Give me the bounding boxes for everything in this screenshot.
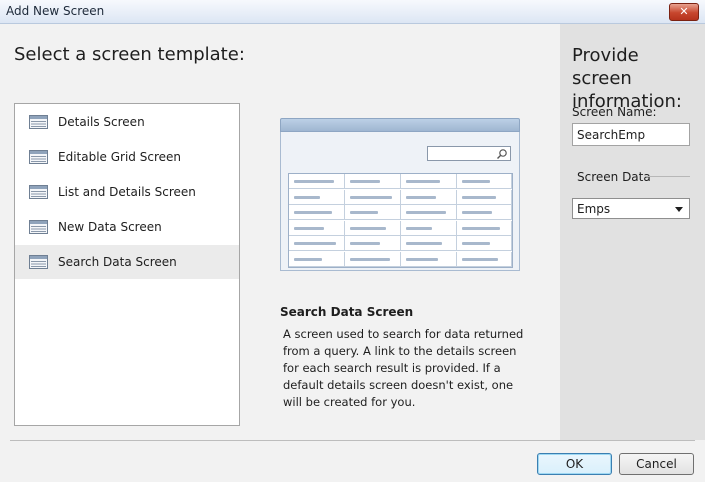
screen-info-pane: Provide screen information: Screen Name:… bbox=[560, 24, 705, 440]
preview-grid-cell bbox=[457, 205, 512, 220]
window-title: Add New Screen bbox=[6, 4, 105, 18]
template-item[interactable]: Details Screen bbox=[15, 105, 239, 139]
template-item[interactable]: List and Details Screen bbox=[15, 175, 239, 209]
preview-grid-cell bbox=[401, 236, 457, 251]
template-item-label: Editable Grid Screen bbox=[58, 150, 181, 164]
group-divider bbox=[646, 176, 690, 177]
footer-separator bbox=[10, 440, 695, 441]
details-screen-icon bbox=[29, 115, 48, 129]
screen-data-select[interactable]: Emps bbox=[572, 198, 690, 219]
preview-title: Search Data Screen bbox=[280, 305, 414, 319]
preview-grid-cell bbox=[345, 251, 401, 267]
preview-header bbox=[280, 118, 520, 132]
screen-name-input[interactable] bbox=[572, 123, 690, 146]
new-data-icon bbox=[29, 220, 48, 234]
preview-body bbox=[280, 132, 520, 271]
preview-grid-cell bbox=[401, 174, 457, 189]
ok-button[interactable]: OK bbox=[537, 453, 612, 475]
template-item-label: New Data Screen bbox=[58, 220, 162, 234]
dropdown-arrow-icon[interactable] bbox=[675, 207, 683, 212]
preview-grid-cell bbox=[457, 236, 512, 251]
dialog-body: Select a screen template: Details Screen… bbox=[0, 24, 705, 482]
preview-grid-cell bbox=[345, 236, 401, 251]
cancel-button[interactable]: Cancel bbox=[619, 453, 694, 475]
preview-grid-cell bbox=[289, 236, 345, 251]
preview-grid-cell bbox=[345, 189, 401, 205]
template-item-label: Details Screen bbox=[58, 115, 145, 129]
template-item-label: Search Data Screen bbox=[58, 255, 177, 269]
preview-grid-cell bbox=[457, 174, 512, 189]
preview-grid-cell bbox=[401, 205, 457, 220]
preview-grid-cell bbox=[289, 174, 345, 189]
preview-grid-cell bbox=[457, 251, 512, 267]
template-heading: Select a screen template: bbox=[14, 44, 245, 65]
preview-grid bbox=[288, 173, 513, 268]
screen-name-label: Screen Name: bbox=[572, 105, 657, 119]
preview-grid-cell bbox=[289, 205, 345, 220]
info-heading: Provide screen information: bbox=[572, 45, 682, 112]
search-icon bbox=[497, 149, 507, 159]
preview-search-box bbox=[427, 146, 511, 161]
preview-grid-cell bbox=[457, 220, 512, 236]
screen-data-label: Screen Data bbox=[577, 170, 651, 184]
list-details-icon bbox=[29, 185, 48, 199]
editable-grid-icon bbox=[29, 150, 48, 164]
preview-grid-cell bbox=[345, 174, 401, 189]
template-item[interactable]: Editable Grid Screen bbox=[15, 140, 239, 174]
preview-grid-cell bbox=[457, 189, 512, 205]
preview-grid-cell bbox=[401, 251, 457, 267]
preview-grid-cell bbox=[345, 205, 401, 220]
close-button[interactable]: ✕ bbox=[669, 3, 699, 21]
preview-grid-cell bbox=[401, 220, 457, 236]
template-item[interactable]: New Data Screen bbox=[15, 210, 239, 244]
template-item-label: List and Details Screen bbox=[58, 185, 196, 199]
template-list: Details Screen Editable Grid Screen List a… bbox=[14, 103, 240, 426]
preview-grid-cell bbox=[289, 220, 345, 236]
title-bar: Add New Screen ✕ bbox=[0, 0, 705, 24]
preview-grid-cell bbox=[289, 251, 345, 267]
preview-grid-cell bbox=[289, 189, 345, 205]
search-data-icon bbox=[29, 255, 48, 269]
template-preview bbox=[280, 118, 520, 271]
screen-data-value: Emps bbox=[577, 202, 611, 216]
template-item[interactable]: Search Data Screen bbox=[15, 245, 239, 279]
preview-grid-cell bbox=[345, 220, 401, 236]
preview-grid-cell bbox=[401, 189, 457, 205]
preview-description: A screen used to search for data returne… bbox=[283, 327, 524, 409]
